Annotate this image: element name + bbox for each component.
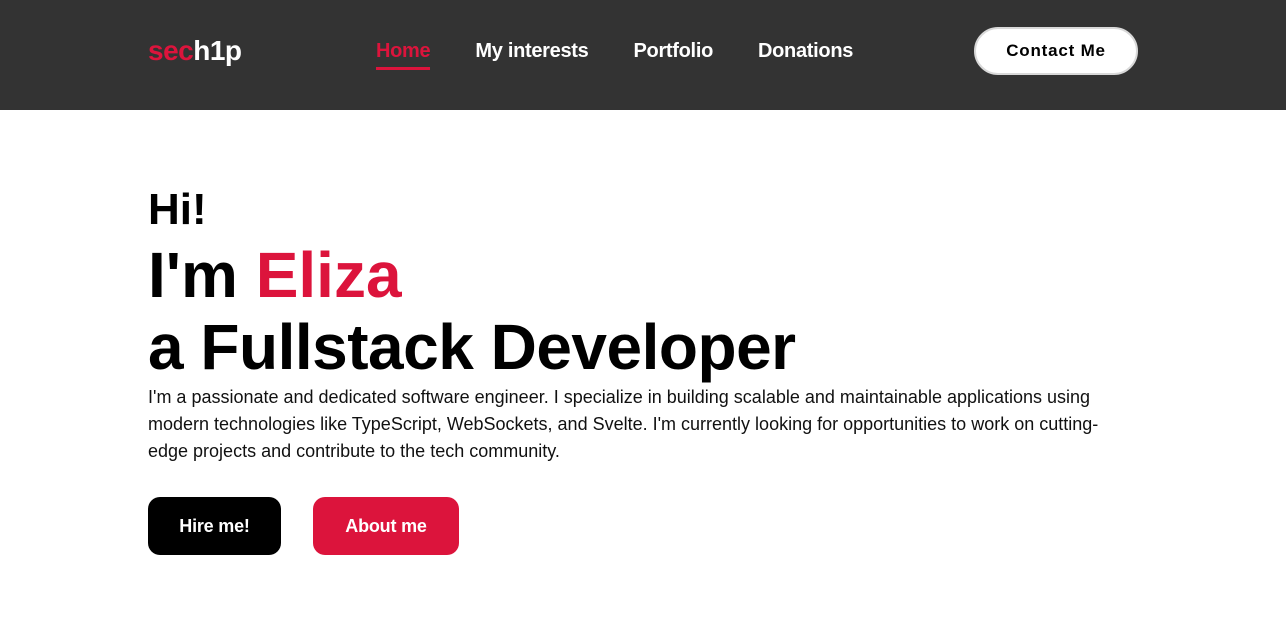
nav-item-donations[interactable]: Donations <box>758 38 853 70</box>
contact-me-button[interactable]: Contact Me <box>974 27 1138 75</box>
hero-intro-prefix: I'm <box>148 239 238 311</box>
hero-role: a Fullstack Developer <box>148 311 796 383</box>
hero-greeting: Hi! <box>148 185 207 234</box>
hire-me-button[interactable]: Hire me! <box>148 497 281 555</box>
hero-section: Hi! I'm Eliza a Fullstack Developer I'm … <box>148 183 1148 465</box>
hero-name: Eliza <box>255 239 402 311</box>
logo-accent-text: sec <box>148 35 194 66</box>
about-me-button[interactable]: About me <box>313 497 459 555</box>
nav-item-my-interests[interactable]: My interests <box>475 38 588 70</box>
logo-text: h1p <box>193 35 242 66</box>
site-logo[interactable]: sech1p <box>148 34 242 68</box>
navbar: sech1p Home My interests Portfolio Donat… <box>0 0 1286 110</box>
main-nav: Home My interests Portfolio Donations <box>376 38 853 70</box>
hero-name-line: I'm Eliza <box>148 239 1148 311</box>
nav-item-home[interactable]: Home <box>376 38 431 70</box>
hero-description: I'm a passionate and dedicated software … <box>148 387 1099 461</box>
hero-buttons: Hire me! About me <box>148 497 459 555</box>
nav-item-portfolio[interactable]: Portfolio <box>633 38 713 70</box>
